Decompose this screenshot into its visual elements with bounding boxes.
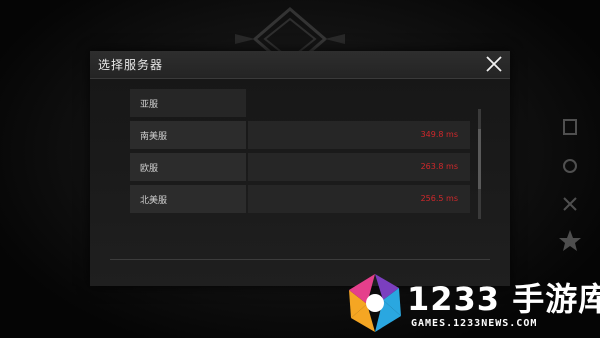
- server-name: 南美服: [140, 132, 168, 142]
- watermark-title: 1233 手游库: [407, 280, 600, 318]
- server-name: 北美服: [140, 196, 168, 206]
- scrollbar-thumb[interactable]: [478, 129, 481, 189]
- close-icon[interactable]: [484, 54, 504, 74]
- dialog-body: 亚服 南美服 349.8 ms 欧服 263.8 ms 北美服 256.5 ms: [90, 79, 510, 286]
- dialog-divider: [110, 259, 490, 260]
- watermark-logo-icon: [349, 274, 401, 332]
- game-screen: 选择服务器 亚服 南美服 349.8 ms 欧服 263.8 ms 北美服 25…: [0, 0, 600, 338]
- server-name: 亚服: [140, 100, 159, 110]
- watermark-logo: 1233 手游库 GAMES.1233NEWS.COM: [345, 268, 600, 338]
- server-name: 欧服: [140, 164, 159, 174]
- dialog-title: 选择服务器: [98, 58, 164, 72]
- server-row-south-america[interactable]: 南美服 349.8 ms: [130, 121, 470, 149]
- server-ping: 349.8 ms: [420, 130, 458, 139]
- server-row-north-america[interactable]: 北美服 256.5 ms: [130, 185, 470, 213]
- server-row-europe[interactable]: 欧服 263.8 ms: [130, 153, 470, 181]
- server-select-dialog: 选择服务器 亚服 南美服 349.8 ms 欧服 263.8 ms 北美服 25…: [90, 51, 510, 286]
- watermark-subtitle: GAMES.1233NEWS.COM: [411, 318, 538, 329]
- server-ping: 263.8 ms: [420, 162, 458, 171]
- server-ping: 256.5 ms: [420, 194, 458, 203]
- server-list: 亚服 南美服 349.8 ms 欧服 263.8 ms 北美服 256.5 ms: [130, 89, 470, 217]
- server-row-asia[interactable]: 亚服: [130, 89, 470, 117]
- dialog-header: 选择服务器: [90, 51, 510, 79]
- background-side-icons: [559, 119, 581, 251]
- list-scrollbar[interactable]: [478, 109, 481, 219]
